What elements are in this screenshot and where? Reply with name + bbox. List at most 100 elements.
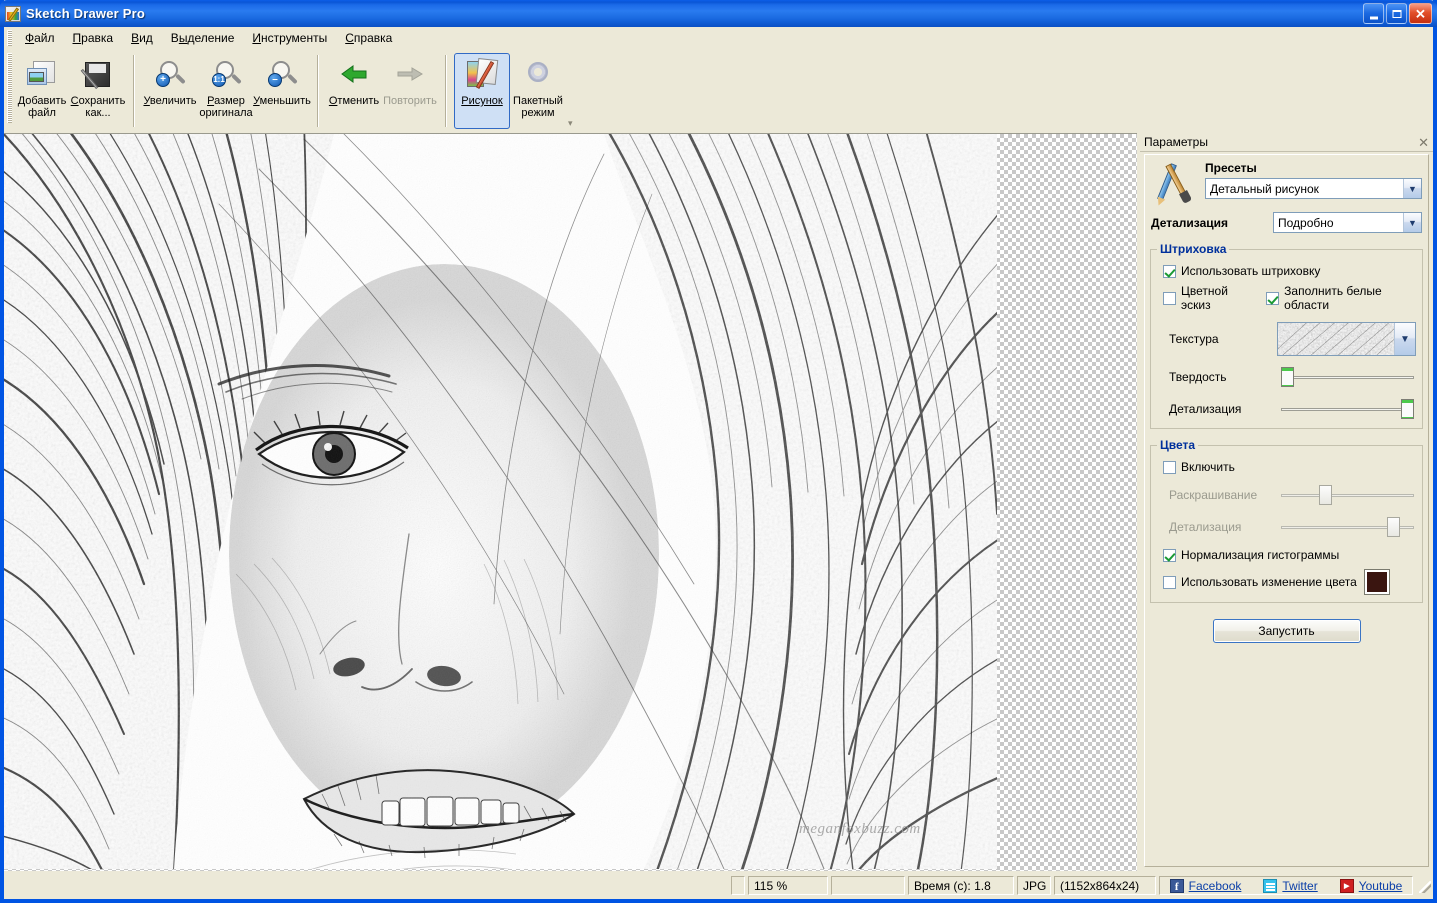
color-sketch-row[interactable]: Цветной эскиз <box>1163 284 1258 312</box>
detail-level-dropdown[interactable]: Подробно ▼ <box>1273 212 1422 233</box>
youtube-label[interactable]: Youtube <box>1359 879 1403 893</box>
chevron-down-icon[interactable]: ▼ <box>1394 323 1415 355</box>
twitter-label[interactable]: Twitter <box>1282 879 1317 893</box>
toolbar-button-batch-mode[interactable]: Пакетный режим <box>510 53 566 129</box>
colorize-label: Раскрашивание <box>1169 488 1258 502</box>
toolbar-button-save-as[interactable]: Сохранить как... <box>70 53 126 129</box>
status-dimensions: (1152x864x24) <box>1054 876 1156 895</box>
histogram-label: Нормализация гистограммы <box>1181 548 1340 562</box>
hatching-options-row: Цветной эскиз Заполнить белые области <box>1163 284 1416 312</box>
colors-enable-label: Включить <box>1181 460 1235 474</box>
youtube-icon: ▶ <box>1339 878 1354 893</box>
panel-title-text: Параметры <box>1144 135 1208 149</box>
menu-grip[interactable] <box>7 30 12 46</box>
toolbar-label-add-file: Добавить файл <box>17 95 67 119</box>
toolbar-label-picture-mode: Рисунок <box>461 95 503 107</box>
texture-selector[interactable]: ▼ <box>1277 322 1416 356</box>
menu-item-edit[interactable]: Правка <box>64 28 123 48</box>
redo-icon <box>393 59 427 91</box>
toolbar-grip[interactable] <box>7 53 12 123</box>
menu-item-help[interactable]: Справка <box>336 28 401 48</box>
toolbar-label-redo: Повторить <box>383 95 437 107</box>
menu-item-file[interactable]: Файл <box>16 28 64 48</box>
hardness-slider[interactable] <box>1277 366 1416 388</box>
toolbar-button-zoom-out[interactable]: – Уменьшить <box>253 53 311 129</box>
run-button[interactable]: Запустить <box>1212 619 1361 643</box>
toolbar-overflow-icon[interactable]: ▾ <box>568 118 573 129</box>
close-button[interactable]: ✕ <box>1409 3 1432 24</box>
toolbar-button-redo: Повторить <box>382 53 438 129</box>
sketch-artwork <box>4 134 997 869</box>
colors-group: Цвета Включить Раскрашивание Детализация <box>1150 438 1423 603</box>
colors-enable-checkbox[interactable] <box>1163 460 1176 474</box>
run-button-wrap: Запустить <box>1145 619 1428 643</box>
menu-edit-rest: равка <box>81 31 114 45</box>
color-change-row[interactable]: Использовать изменение цвета <box>1163 569 1416 595</box>
color-change-label: Использовать изменение цвета <box>1181 575 1357 589</box>
histogram-checkbox[interactable] <box>1163 548 1176 562</box>
pencil-brush-icon <box>1151 161 1199 205</box>
fill-white-row[interactable]: Заполнить белые области <box>1266 284 1416 312</box>
color-sketch-label: Цветной эскиз <box>1181 284 1228 312</box>
menu-bar: Файл Правка Вид Выделение Инструменты Сп… <box>4 27 1433 50</box>
fill-white-checkbox[interactable] <box>1266 291 1280 305</box>
picture-mode-icon <box>465 58 499 91</box>
menu-item-tools[interactable]: Инструменты <box>243 28 336 48</box>
twitter-link[interactable]: Twitter <box>1263 878 1318 893</box>
histogram-row[interactable]: Нормализация гистограммы <box>1163 548 1416 562</box>
status-time: Время (с): 1.8 <box>908 876 1014 895</box>
use-hatching-checkbox[interactable] <box>1163 264 1176 278</box>
chevron-down-icon[interactable]: ▼ <box>1403 213 1421 232</box>
hatching-group: Штриховка Использовать штриховку Цветной… <box>1150 242 1423 429</box>
menu-view-rest: ид <box>139 31 153 45</box>
color-change-checkbox[interactable] <box>1163 575 1176 589</box>
panel-close-icon[interactable]: ✕ <box>1418 136 1429 149</box>
minimize-icon <box>1369 16 1378 19</box>
menu-item-view[interactable]: Вид <box>122 28 162 48</box>
facebook-link[interactable]: f Facebook <box>1169 878 1242 893</box>
minimize-button[interactable] <box>1363 3 1384 24</box>
use-hatching-label: Использовать штриховку <box>1181 264 1321 278</box>
resize-grip-icon[interactable] <box>1417 879 1431 893</box>
facebook-label[interactable]: Facebook <box>1189 879 1242 893</box>
color-swatch[interactable] <box>1363 569 1390 595</box>
texture-row: Текстура ▼ <box>1157 322 1416 356</box>
hatch-detail-thumb[interactable] <box>1401 399 1414 419</box>
close-icon: ✕ <box>1415 6 1426 21</box>
colors-enable-row[interactable]: Включить <box>1163 460 1416 474</box>
twitter-icon <box>1263 878 1278 893</box>
hatch-detail-track <box>1281 408 1414 411</box>
hatching-legend: Штриховка <box>1160 242 1227 256</box>
chevron-down-icon[interactable]: ▼ <box>1403 179 1421 198</box>
status-cell-blank1 <box>731 876 745 895</box>
toolbar: Добавить файл Сохранить как... + Увеличить… <box>4 49 1433 134</box>
color-sketch-checkbox[interactable] <box>1163 291 1176 305</box>
toolbar-button-zoom-in[interactable]: + Увеличить <box>142 53 198 129</box>
presets-dropdown[interactable]: Детальный рисунок ▼ <box>1205 178 1422 199</box>
panel-body: Пресеты Детальный рисунок ▼ Детализация … <box>1144 154 1429 867</box>
maximize-button[interactable] <box>1386 3 1407 24</box>
hatch-detail-slider[interactable] <box>1277 398 1416 420</box>
toolbar-button-picture-mode[interactable]: Рисунок <box>454 53 510 129</box>
panel-title-bar: Параметры ✕ <box>1140 133 1433 152</box>
toolbar-label-zoom-original: Размер оригинала <box>199 95 253 119</box>
zoom-out-icon: – <box>265 59 299 91</box>
use-hatching-row[interactable]: Использовать штриховку <box>1163 264 1416 278</box>
toolbar-label-save-as: Сохранить как... <box>70 95 126 119</box>
toolbar-label-zoom-in: Увеличить <box>143 95 197 107</box>
colorize-track <box>1281 494 1414 497</box>
toolbar-button-add-file[interactable]: Добавить файл <box>14 53 70 129</box>
toolbar-button-zoom-original[interactable]: 1:1 Размер оригинала <box>198 53 254 129</box>
menu-help-rest: правка <box>353 31 393 45</box>
toolbar-button-undo[interactable]: Отменить <box>326 53 382 129</box>
youtube-link[interactable]: ▶ Youtube <box>1339 878 1403 893</box>
hardness-label: Твердость <box>1169 370 1227 384</box>
hatch-detail-row: Детализация <box>1157 398 1416 420</box>
menu-item-selection[interactable]: Выделение <box>162 28 244 48</box>
presets-value: Детальный рисунок <box>1210 181 1319 196</box>
hardness-thumb[interactable] <box>1281 367 1294 387</box>
colorize-row: Раскрашивание <box>1157 484 1416 506</box>
image-canvas[interactable]: meganfoxbuzz.com <box>4 133 1137 871</box>
application-window: Sketch Drawer Pro ✕ Файл Правка Вид Выде… <box>0 0 1437 903</box>
status-format: JPG <box>1017 876 1051 895</box>
